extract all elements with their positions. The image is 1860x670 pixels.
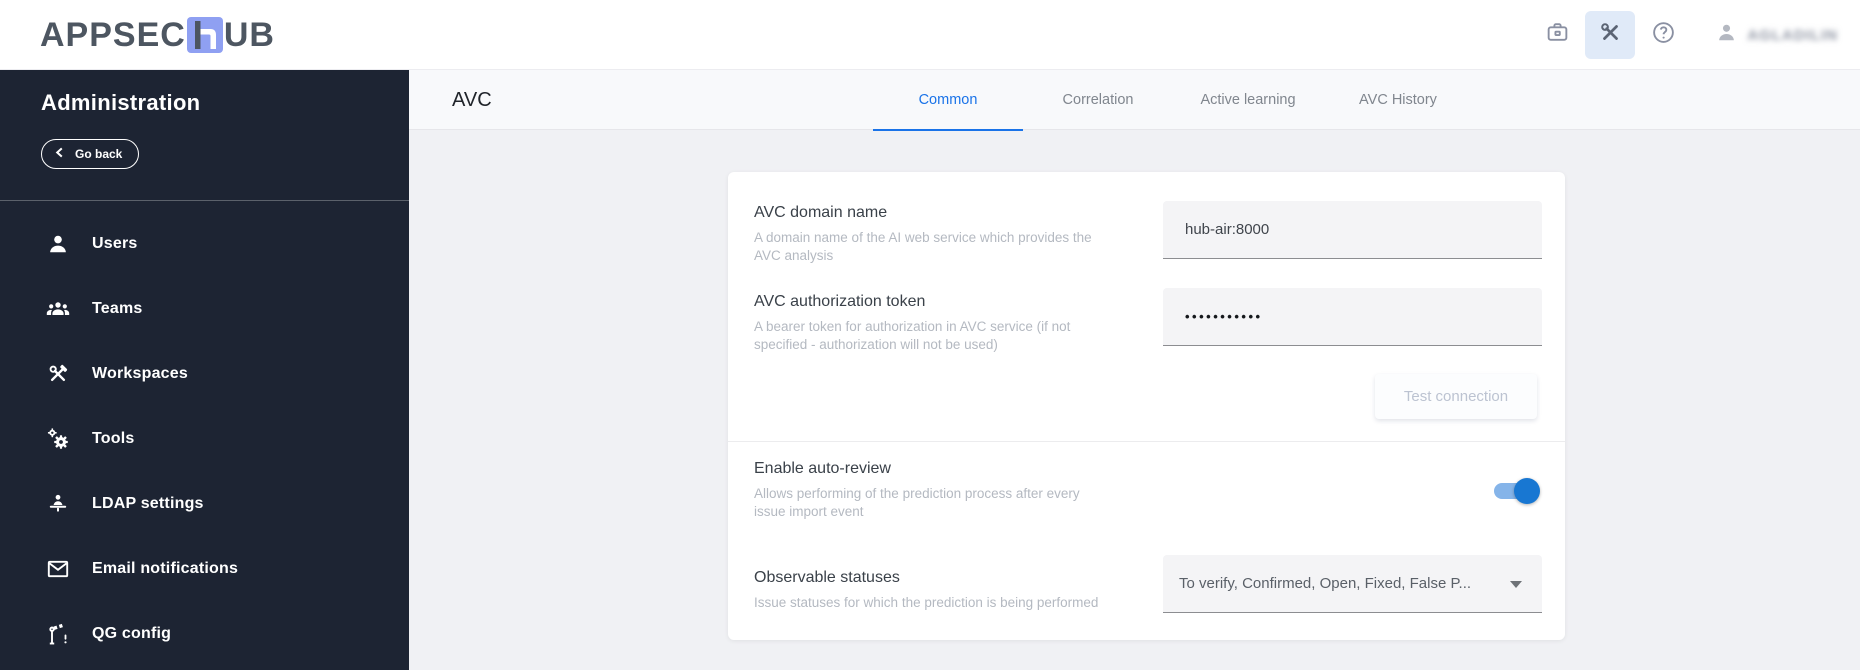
page-title: AVC [452, 88, 492, 111]
sidebar-item-label: Email notifications [92, 559, 239, 577]
go-back-button[interactable]: Go back [41, 139, 140, 169]
observable-select-value: To verify, Confirmed, Open, Fixed, False… [1179, 575, 1472, 592]
logo-h-icon [186, 17, 223, 53]
sidebar-item-label: QG config [92, 624, 172, 642]
sidebar-item-workspaces[interactable]: Workspaces [0, 341, 409, 406]
auto-review-labelblock: Enable auto-review Allows performing of … [754, 460, 1089, 521]
briefcase-button[interactable] [1535, 13, 1579, 57]
observable-labelblock: Observable statuses Issue statuses for w… [754, 569, 1174, 612]
envelope-icon [45, 556, 71, 582]
top-bar: APPSEC UB AGLADILIN [0, 0, 1860, 70]
observable-label: Observable statuses [754, 569, 900, 586]
sidebar-item-qg-config[interactable]: QG config [0, 601, 409, 666]
tab-bar: Common Correlation Active learning AVC H… [873, 70, 1473, 131]
sidebar-item-label: Workspaces [92, 364, 188, 382]
chevron-left-icon [54, 147, 65, 161]
ldap-person-icon [45, 491, 71, 517]
user-icon [45, 231, 71, 257]
tab-avc-history[interactable]: AVC History [1323, 70, 1473, 130]
token-field-description: A bearer token for authorization in AVC … [754, 319, 1071, 353]
sidebar-item-teams[interactable]: Teams [0, 276, 409, 341]
token-field-label: AVC authorization token [754, 293, 926, 310]
avc-settings-card: AVC domain name A domain name of the AI … [728, 172, 1565, 640]
auto-review-label: Enable auto-review [754, 460, 891, 477]
main-content: AVC Common Correlation Active learning A… [409, 70, 1860, 670]
section-divider [728, 441, 1565, 442]
teams-icon [45, 296, 71, 322]
admin-sidebar: Administration Go back Users Teams Works… [0, 70, 409, 670]
appsechub-logo: APPSEC UB [40, 0, 275, 70]
observable-description: Issue statuses for which the prediction … [754, 595, 1099, 610]
toggle-thumb [1514, 478, 1540, 504]
domain-field-label: AVC domain name [754, 204, 888, 221]
sidebar-nav: Users Teams Workspaces Tools LDAP settin… [0, 211, 409, 666]
help-button[interactable] [1641, 13, 1685, 57]
sidebar-title: Administration [41, 90, 201, 115]
admin-tools-button[interactable] [1585, 11, 1636, 59]
barrier-icon [45, 621, 71, 647]
help-icon [1651, 20, 1676, 50]
sidebar-item-label: LDAP settings [92, 494, 204, 512]
account-username: AGLADILIN [1747, 26, 1838, 44]
sidebar-item-tools[interactable]: Tools [0, 406, 409, 471]
tab-common[interactable]: Common [873, 70, 1023, 131]
sidebar-item-ldap-settings[interactable]: LDAP settings [0, 471, 409, 536]
top-actions: AGLADILIN [1535, 0, 1838, 70]
sidebar-item-label: Tools [92, 429, 135, 447]
observable-statuses-select[interactable]: To verify, Confirmed, Open, Fixed, False… [1163, 555, 1542, 613]
account-menu[interactable]: AGLADILIN [1715, 21, 1838, 49]
domain-field-labelblock: AVC domain name A domain name of the AI … [754, 204, 1106, 265]
domain-input[interactable] [1163, 201, 1542, 259]
token-field-labelblock: AVC authorization token A bearer token f… [754, 293, 1116, 354]
dropdown-arrow-icon [1510, 581, 1522, 588]
logo-text-prefix: APPSEC [40, 15, 186, 54]
gears-icon [45, 426, 71, 452]
domain-field-description: A domain name of the AI web service whic… [754, 230, 1092, 264]
hammer-wrench-icon [45, 361, 71, 387]
tab-correlation[interactable]: Correlation [1023, 70, 1173, 130]
sidebar-item-label: Users [92, 234, 138, 252]
tab-active-learning[interactable]: Active learning [1173, 70, 1323, 130]
auto-review-description: Allows performing of the prediction proc… [754, 486, 1080, 520]
app-root: APPSEC UB AGLADILIN Administration Go ba… [0, 0, 1860, 670]
briefcase-icon [1545, 20, 1570, 50]
sidebar-divider [0, 200, 409, 201]
page-header: AVC Common Correlation Active learning A… [409, 70, 1860, 131]
crossed-tools-icon [1598, 20, 1623, 50]
sidebar-item-users[interactable]: Users [0, 211, 409, 276]
auto-review-toggle[interactable] [1494, 478, 1540, 504]
user-avatar-icon [1715, 21, 1738, 49]
sidebar-item-email-notifications[interactable]: Email notifications [0, 536, 409, 601]
test-connection-button[interactable]: Test connection [1375, 374, 1537, 419]
logo-text-suffix: UB [223, 15, 275, 54]
token-input[interactable] [1163, 288, 1542, 346]
sidebar-item-label: Teams [92, 299, 143, 317]
go-back-label: Go back [75, 147, 123, 161]
